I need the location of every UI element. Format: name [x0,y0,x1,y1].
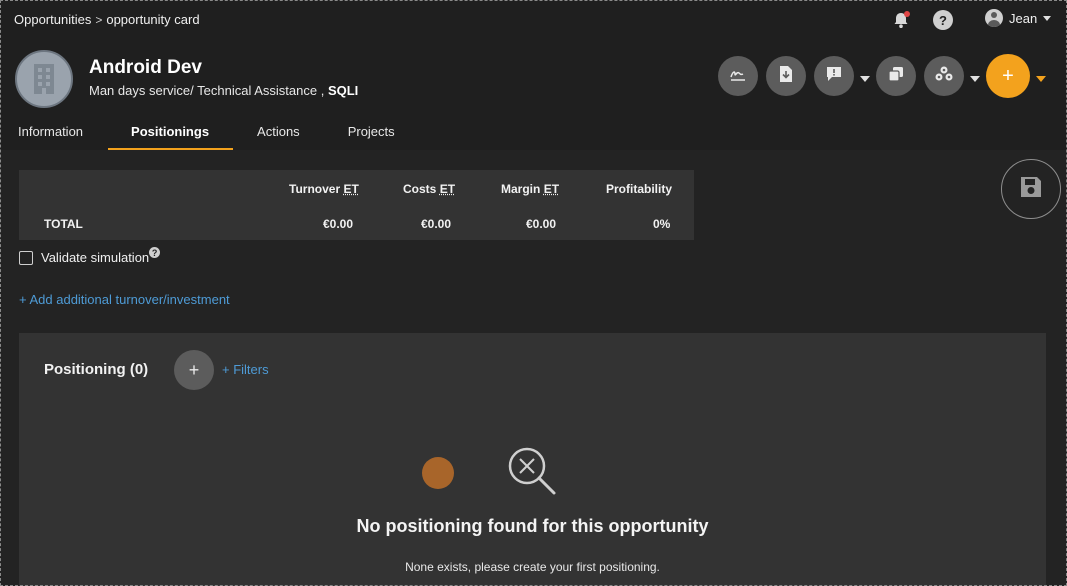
signature-button[interactable] [718,56,758,96]
filters-link[interactable]: + Filters [222,362,269,377]
add-positioning-button[interactable]: + [174,350,214,390]
tab-projects[interactable]: Projects [348,124,395,150]
summary-table: Turnover ET Costs ET Margin ET Profitabi… [19,170,694,240]
tab-positionings[interactable]: Positionings [108,124,234,150]
duplicate-button[interactable] [876,56,916,96]
notifications-bell-icon[interactable] [891,10,911,30]
group-icon [934,65,954,88]
total-profitability: 0% [653,217,671,231]
company-link[interactable]: SQLI [328,83,358,98]
add-turnover-link[interactable]: + Add additional turnover/investment [19,292,230,307]
group-button[interactable] [924,56,964,96]
turnover-header: Turnover ET [289,182,359,196]
add-dropdown-chevron-icon[interactable] [1036,76,1046,82]
action-toolbar: + [718,54,1052,98]
comment-dropdown-chevron-icon[interactable] [860,76,870,82]
margin-header-label: Margin [501,182,541,196]
positioning-title: Positioning (0) [44,361,149,378]
save-button[interactable] [1001,159,1061,219]
validate-simulation: Validate simulation ? [19,247,161,265]
breadcrumb-opportunities-link[interactable]: Opportunities [14,12,91,27]
download-document-button[interactable] [766,56,806,96]
tab-actions[interactable]: Actions [257,124,300,150]
validate-simulation-checkbox[interactable] [19,250,33,265]
user-avatar-icon [985,9,1003,27]
total-turnover: €0.00 [323,217,354,231]
breadcrumb-current: opportunity card [106,12,200,27]
turnover-et-abbr: ET [343,182,359,196]
help-icon[interactable]: ? [933,10,953,30]
notification-dot [904,11,910,17]
building-icon [15,50,73,108]
tabs: Information Positionings Actions Project… [0,124,395,150]
margin-header: Margin ET [501,182,559,196]
group-dropdown-chevron-icon[interactable] [970,76,980,82]
validate-simulation-label: Validate simulation [41,250,150,265]
add-button[interactable]: + [986,54,1030,98]
opportunity-type: Man days service/ Technical Assistance , [89,83,325,98]
no-results-search-icon [506,445,558,497]
empty-state-subtitle: None exists, please create your first po… [405,560,660,574]
save-icon [1018,174,1044,205]
costs-header-label: Costs [403,182,437,196]
opportunity-title: Android Dev [89,57,202,78]
profitability-header: Profitability [606,182,673,196]
help-icon[interactable]: ? [149,247,161,258]
user-name: Jean [1009,10,1038,26]
costs-header: Costs ET [403,182,455,196]
total-costs: €0.00 [421,217,452,231]
duplicate-icon [887,65,905,88]
chevron-down-icon [1043,15,1052,21]
signature-icon [729,65,747,88]
opportunity-subtitle: Man days service/ Technical Assistance ,… [89,83,358,98]
margin-et-abbr: ET [543,182,560,196]
turnover-header-label: Turnover [289,182,341,196]
empty-state-title: No positioning found for this opportunit… [356,516,709,536]
opportunity-header: Android Dev Man days service/ Technical … [0,38,1067,150]
breadcrumb: Opportunities > opportunity card [14,12,200,27]
user-menu[interactable]: Jean [985,9,1052,27]
positioning-panel: Positioning (0) + + Filters No positioni… [19,333,1046,586]
top-bar: Opportunities > opportunity card ? Jean [0,0,1067,38]
empty-state-dot [422,457,454,489]
download-doc-icon [778,65,794,88]
costs-et-abbr: ET [439,182,456,196]
comment-button[interactable] [814,56,854,96]
breadcrumb-separator: > [95,12,103,27]
total-margin: €0.00 [526,217,557,231]
total-row-label: TOTAL [44,217,83,231]
comment-icon [825,65,843,88]
tab-information[interactable]: Information [18,124,83,150]
